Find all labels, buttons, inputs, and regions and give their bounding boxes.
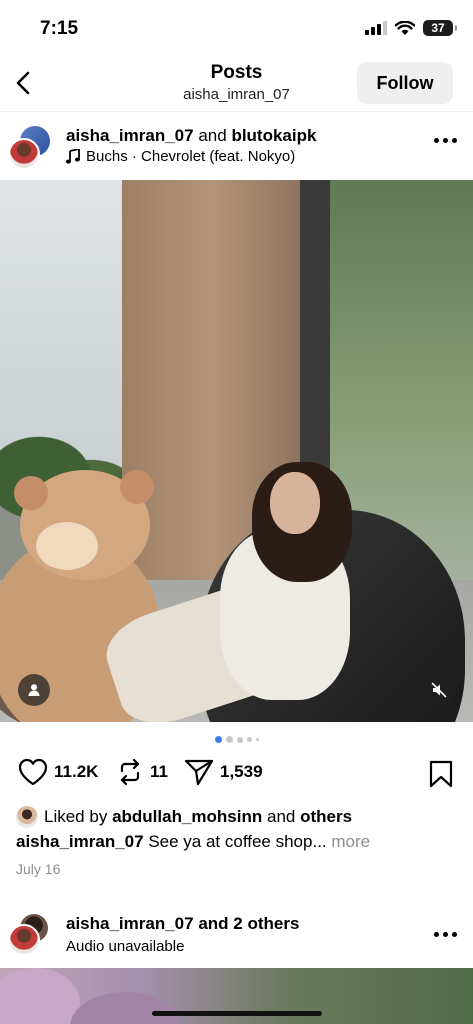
avatar [16,806,38,828]
liked-by-others[interactable]: others [300,807,352,826]
wifi-icon [395,20,415,35]
like-count[interactable]: 11.2K [54,762,98,782]
post-header: aisha_imran_07 and 2 others Audio unavai… [0,912,473,962]
home-indicator[interactable] [152,1011,322,1016]
person-tag-icon[interactable] [18,674,50,706]
paper-plane-icon[interactable] [184,758,214,786]
more-options-icon[interactable] [434,138,457,143]
post-date: July 16 [16,861,61,877]
heart-icon[interactable] [18,758,48,786]
caption-text: See ya at coffee shop... [148,832,327,851]
post-authors: aisha_imran_07 and 2 others [66,914,299,934]
carousel-indicator [0,736,473,743]
liked-by-prefix: Liked by [44,807,108,826]
top-nav: Posts aisha_imran_07 Follow [0,56,473,112]
coauthors-others[interactable]: and 2 others [198,914,299,933]
liked-by-joiner: and [266,807,296,826]
repost-count[interactable]: 11 [150,762,168,782]
status-time: 7:15 [40,18,79,39]
post-header: aisha_imran_07 and blutokaipk Buchs · Ch… [0,120,473,176]
status-icons: 37 [365,20,457,36]
post-actions: 11.2K 11 1,539 [0,758,473,792]
music-note-icon [66,149,80,164]
like-action[interactable]: 11.2K [18,758,98,786]
post-audio[interactable]: Buchs · Chevrolet (feat. Nokyo) [66,148,295,165]
avatar [8,138,40,170]
post-audio-status: Audio unavailable [66,938,185,955]
avatar [8,924,40,956]
carousel-dot [225,736,233,743]
post-authors: aisha_imran_07 and blutokaipk [66,126,316,146]
post-caption[interactable]: aisha_imran_07 See ya at coffee shop... … [16,832,370,852]
follow-button[interactable]: Follow [357,62,453,104]
carousel-dot [236,736,243,743]
caption-username[interactable]: aisha_imran_07 [16,832,144,851]
status-bar: 7:15 37 [0,0,473,56]
caption-more-link[interactable]: more [331,832,370,851]
share-count[interactable]: 1,539 [220,762,263,782]
post-photo[interactable] [0,180,473,722]
coauthor-username[interactable]: blutokaipk [231,126,316,145]
speaker-muted-icon[interactable] [423,674,455,706]
share-action[interactable]: 1,539 [184,758,263,786]
repost-action[interactable]: 11 [116,758,168,786]
carousel-dot [246,737,252,742]
collab-avatars[interactable] [8,126,52,170]
cellular-signal-icon [365,21,387,35]
more-options-icon[interactable] [434,932,457,937]
liked-by-username[interactable]: abdullah_mohsinn [112,807,262,826]
bookmark-icon[interactable] [429,760,453,788]
liked-by[interactable]: Liked by abdullah_mohsinn and others [16,806,352,828]
author-username[interactable]: aisha_imran_07 [66,126,194,145]
audio-title: Buchs · Chevrolet (feat. Nokyo) [86,148,296,165]
carousel-dot [255,738,259,741]
carousel-dot [214,736,222,743]
authors-joiner: and [198,126,227,145]
author-username[interactable]: aisha_imran_07 [66,914,194,933]
repost-icon[interactable] [116,758,144,786]
battery-indicator: 37 [423,20,457,36]
